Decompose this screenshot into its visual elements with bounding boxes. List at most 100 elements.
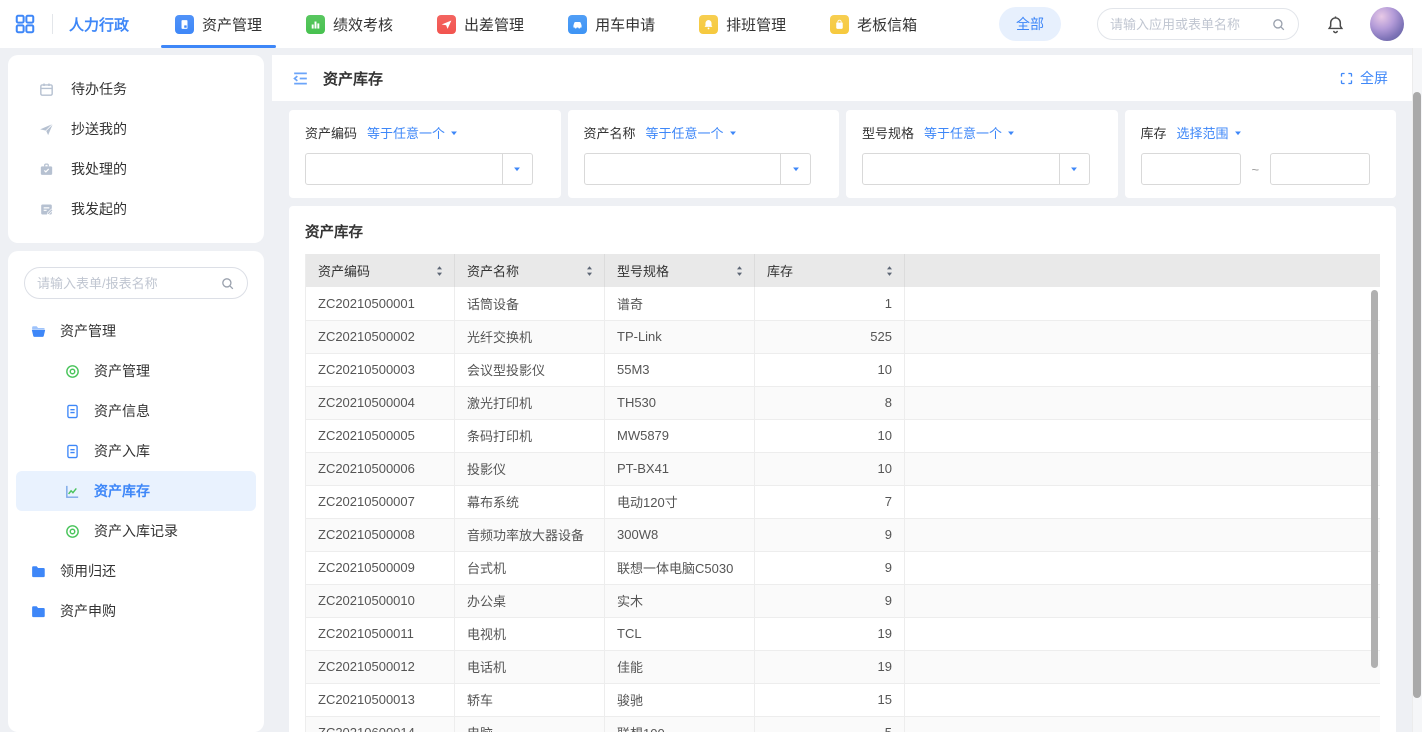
filter-label: 库存 (1141, 123, 1167, 142)
filter-model-spec: 型号规格等于任意一个 (846, 110, 1118, 198)
doc-outline-icon (64, 403, 81, 420)
cell-model-spec: 联想100 (605, 716, 755, 732)
menu-tree: 资产管理资产管理资产信息资产入库资产库存资产入库记录领用归还资产申购 (16, 311, 256, 631)
table-row[interactable]: ZC20210500011电视机TCL19 (306, 617, 1381, 650)
table-row[interactable]: ZC20210500003会议型投影仪55M310 (306, 353, 1381, 386)
table-row[interactable]: ZC20210500005条码打印机MW587910 (306, 419, 1381, 452)
app-tab-boss-mailbox[interactable]: 老板信箱 (830, 0, 917, 48)
table-row[interactable]: ZC20210500007幕布系统电动120寸7 (306, 485, 1381, 518)
app-window: 人力行政 资产管理 绩效考核 出差管理用车申请排班管理老板信箱 全部 待办任务抄送我… (0, 0, 1422, 732)
search-icon[interactable] (220, 276, 235, 291)
column-header-asset-name[interactable]: 资产名称 (455, 254, 605, 287)
table-row[interactable]: ZC20210500008音频功率放大器设备300W89 (306, 518, 1381, 551)
cell-model-spec: TH530 (605, 386, 755, 419)
filter-operator[interactable]: 等于任意一个 (924, 123, 1016, 142)
select-caret[interactable] (502, 154, 532, 184)
filter-operator[interactable]: 选择范围 (1177, 123, 1243, 142)
workspace-name[interactable]: 人力行政 (69, 14, 129, 35)
app-tab-label: 绩效考核 (333, 14, 393, 35)
cell-model-spec: 佳能 (605, 650, 755, 683)
tree-item-asset-purchase[interactable]: 资产申购 (16, 591, 256, 631)
table-row[interactable]: ZC20210500009台式机联想一体电脑C50309 (306, 551, 1381, 584)
tree-item-asset-management[interactable]: 资产管理 (16, 351, 256, 391)
filter-operator[interactable]: 等于任意一个 (367, 123, 459, 142)
collapse-sidebar-icon[interactable] (291, 69, 310, 88)
cell-stock: 10 (755, 353, 905, 386)
table-row[interactable]: ZC20210500013轿车骏驰15 (306, 683, 1381, 716)
notifications-bell-icon[interactable] (1325, 14, 1346, 35)
user-avatar[interactable] (1370, 7, 1404, 41)
cell-stock: 19 (755, 650, 905, 683)
global-search[interactable] (1097, 8, 1299, 40)
cell-empty (905, 353, 1381, 386)
filter-operator[interactable]: 等于任意一个 (646, 123, 738, 142)
filter-label: 资产编码 (305, 123, 357, 142)
table-row[interactable]: ZC20210500012电话机佳能19 (306, 650, 1381, 683)
form-search[interactable] (24, 267, 248, 299)
filter-asset-code: 资产编码等于任意一个 (289, 110, 561, 198)
caret-down-icon (1069, 164, 1079, 174)
cell-asset-name: 投影仪 (455, 452, 605, 485)
filter-stock-range: ~ (1141, 153, 1381, 185)
tree-item-borrow-return[interactable]: 领用归还 (16, 551, 256, 591)
cell-asset-code: ZC20210500009 (306, 551, 455, 584)
cell-asset-code: ZC20210600014 (306, 716, 455, 732)
filter-asset-name-input[interactable] (585, 154, 781, 184)
cell-model-spec: 实木 (605, 584, 755, 617)
sidebar-item-cc-to-me[interactable]: 抄送我的 (8, 109, 264, 149)
tree-item-label: 资产入库 (94, 441, 150, 461)
cell-empty (905, 617, 1381, 650)
app-tab-shift-schedule[interactable]: 排班管理 (699, 0, 786, 48)
cell-asset-name: 话筒设备 (455, 287, 605, 320)
cell-asset-code: ZC20210500002 (306, 320, 455, 353)
table-row[interactable]: ZC20210500010办公桌实木9 (306, 584, 1381, 617)
cell-asset-name: 幕布系统 (455, 485, 605, 518)
page-title: 资产库存 (323, 68, 383, 89)
tree-item-asset-info[interactable]: 资产信息 (16, 391, 256, 431)
all-apps-button[interactable]: 全部 (999, 7, 1061, 41)
sidebar-item-label: 我发起的 (71, 199, 127, 219)
table-row[interactable]: ZC20210500001话筒设备谱奇1 (306, 287, 1381, 320)
filter-head: 型号规格等于任意一个 (862, 123, 1102, 142)
filter-stock-min-input[interactable] (1141, 153, 1241, 185)
sidebar-item-handled-by-me[interactable]: 我处理的 (8, 149, 264, 189)
filter-stock-max-input[interactable] (1270, 153, 1370, 185)
tree-item-label: 资产管理 (60, 321, 116, 341)
filter-asset-code-input[interactable] (306, 154, 502, 184)
select-caret[interactable] (780, 154, 810, 184)
column-header-model-spec[interactable]: 型号规格 (605, 254, 755, 287)
sidebar-item-started-by-me[interactable]: 我发起的 (8, 189, 264, 229)
tree-item-asset-stock[interactable]: 资产库存 (16, 471, 256, 511)
cell-stock: 10 (755, 419, 905, 452)
tree-item-asset-inbound-records[interactable]: 资产入库记录 (16, 511, 256, 551)
tree-item-asset-management-folder[interactable]: 资产管理 (16, 311, 256, 351)
filter-model-spec-input[interactable] (863, 154, 1059, 184)
sidebar-item-todo-tasks[interactable]: 待办任务 (8, 69, 264, 109)
filter-asset-code-select[interactable] (305, 153, 533, 185)
table-row[interactable]: ZC20210500002光纤交换机TP-Link525 (306, 320, 1381, 353)
app-tab-vehicle-request[interactable]: 用车申请 (568, 0, 655, 48)
search-icon[interactable] (1271, 17, 1286, 32)
fullscreen-button[interactable]: 全屏 (1339, 68, 1388, 88)
select-caret[interactable] (1059, 154, 1089, 184)
filter-operator-label: 等于任意一个 (367, 123, 445, 142)
table-row[interactable]: ZC20210500004激光打印机TH5308 (306, 386, 1381, 419)
form-search-input[interactable] (37, 276, 220, 291)
tree-item-asset-inbound[interactable]: 资产入库 (16, 431, 256, 471)
filter-asset-name-select[interactable] (584, 153, 812, 185)
app-tab-asset-management[interactable]: 资产管理 (175, 0, 262, 48)
app-tab-performance-review[interactable]: 绩效考核 (306, 0, 393, 48)
apps-grid-icon[interactable] (14, 13, 36, 35)
page-scrollbar-thumb[interactable] (1413, 92, 1421, 698)
cell-stock: 19 (755, 617, 905, 650)
table-scrollbar[interactable] (1371, 290, 1378, 668)
column-header-stock[interactable]: 库存 (755, 254, 905, 287)
folder-icon (30, 603, 47, 620)
global-search-input[interactable] (1110, 17, 1271, 32)
column-header-asset-code[interactable]: 资产编码 (306, 254, 455, 287)
table-row[interactable]: ZC20210500006投影仪PT-BX4110 (306, 452, 1381, 485)
table-row[interactable]: ZC20210600014电脑联想1005 (306, 716, 1381, 732)
cell-empty (905, 320, 1381, 353)
app-tab-business-trip[interactable]: 出差管理 (437, 0, 524, 48)
filter-model-spec-select[interactable] (862, 153, 1090, 185)
